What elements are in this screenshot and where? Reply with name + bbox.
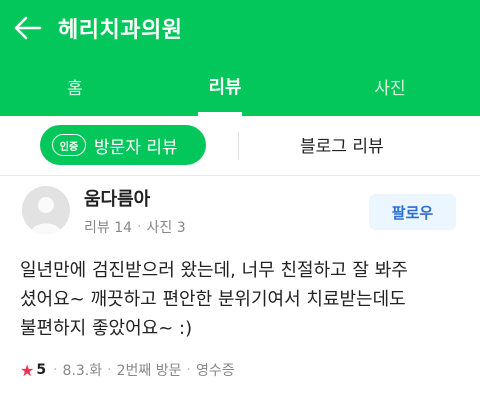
review-line: 일년만에 검진받으러 왔는데, 너무 친절하고 잘 봐주 [20, 260, 408, 281]
separator-dot: · [107, 362, 112, 378]
tab-photos[interactable]: 사진 [300, 56, 480, 116]
review-footer: ★ 5 · 8.3.화 · 2번째 방문 · 영수증 [20, 360, 235, 380]
review-line: 불편하지 좋았어요~ :) [20, 318, 193, 339]
visitor-review-button[interactable]: 인증 방문자 리뷰 [40, 125, 206, 165]
rating-value: 5 [36, 362, 47, 378]
separator-dot: · [53, 362, 58, 378]
separator-dot: · [186, 362, 191, 378]
page-title: 헤리치과의원 [58, 18, 183, 43]
arrow-left-icon[interactable] [10, 10, 46, 46]
review-line: 셨어요~ 깨끗하고 편안한 분위기여서 치료받는데도 [20, 289, 406, 310]
star-icon: ★ [20, 360, 35, 380]
divider [238, 132, 239, 160]
tab-bar: 홈 리뷰 사진 [0, 56, 480, 116]
follow-button[interactable]: 팔로우 [369, 194, 456, 230]
top-bar: 헤리치과의원 [0, 0, 480, 56]
review-text: 일년만에 검진받으러 왔는데, 너무 친절하고 잘 봐주 셨어요~ 깨끗하고 편… [20, 256, 465, 343]
avatar[interactable] [22, 186, 70, 234]
review-count: 리뷰 14 [84, 220, 133, 236]
visit-date: 8.3.화 [62, 363, 103, 379]
photo-count: 사진 3 [146, 220, 186, 236]
blog-review-button[interactable]: 블로그 리뷰 [300, 132, 384, 157]
tab-reviews[interactable]: 리뷰 [150, 56, 300, 116]
verified-badge: 인증 [52, 134, 86, 156]
user-silhouette-icon [22, 186, 70, 234]
reviewer-name[interactable]: 움다름아 [84, 185, 150, 211]
receipt-label: 영수증 [195, 363, 235, 379]
visitor-review-label: 방문자 리뷰 [94, 137, 178, 158]
tab-home[interactable]: 홈 [0, 56, 150, 116]
visit-count: 2번째 방문 [116, 363, 182, 379]
separator-dot: · [137, 219, 142, 235]
review-type-tabs: 인증 방문자 리뷰 블로그 리뷰 [0, 116, 480, 176]
reviewer-stats: 리뷰 14 · 사진 3 [84, 217, 186, 237]
